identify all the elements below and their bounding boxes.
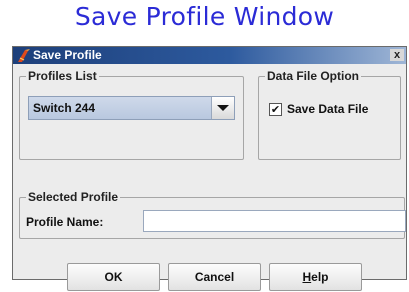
chevron-down-icon[interactable] [211,97,234,119]
data-file-option-group: Data File Option ✔ Save Data File [258,69,401,160]
cancel-button[interactable]: Cancel [168,263,261,291]
close-button[interactable]: x [390,49,404,61]
page-caption: Save Profile Window [74,2,335,31]
profiles-list-dropdown[interactable]: Switch 244 [28,96,235,120]
dialog-body: Profiles List Switch 244 Data File Optio… [13,64,406,291]
close-icon: x [393,49,401,61]
selected-profile-legend: Selected Profile [26,190,121,204]
save-data-file-checkbox[interactable]: ✔ [269,103,282,116]
app-icon [18,49,30,62]
help-label: elp [311,270,329,284]
selected-profile-group: Selected Profile Profile Name: [19,190,406,239]
title-bar[interactable]: Save Profile x [13,47,406,64]
ok-button[interactable]: OK [67,263,160,291]
profiles-list-legend: Profiles List [26,69,99,83]
profiles-list-group: Profiles List Switch 244 [19,69,244,160]
profile-name-label: Profile Name: [26,215,104,229]
help-button[interactable]: Help [269,263,362,291]
profiles-list-selected: Switch 244 [33,101,96,115]
save-profile-dialog: Save Profile x Profiles List Switch 244 … [12,46,407,291]
window-title: Save Profile [33,48,102,62]
profile-name-input[interactable] [143,210,406,232]
save-data-file-label[interactable]: Save Data File [287,102,368,116]
data-file-option-legend: Data File Option [265,69,362,83]
help-mnemonic: H [302,270,312,284]
